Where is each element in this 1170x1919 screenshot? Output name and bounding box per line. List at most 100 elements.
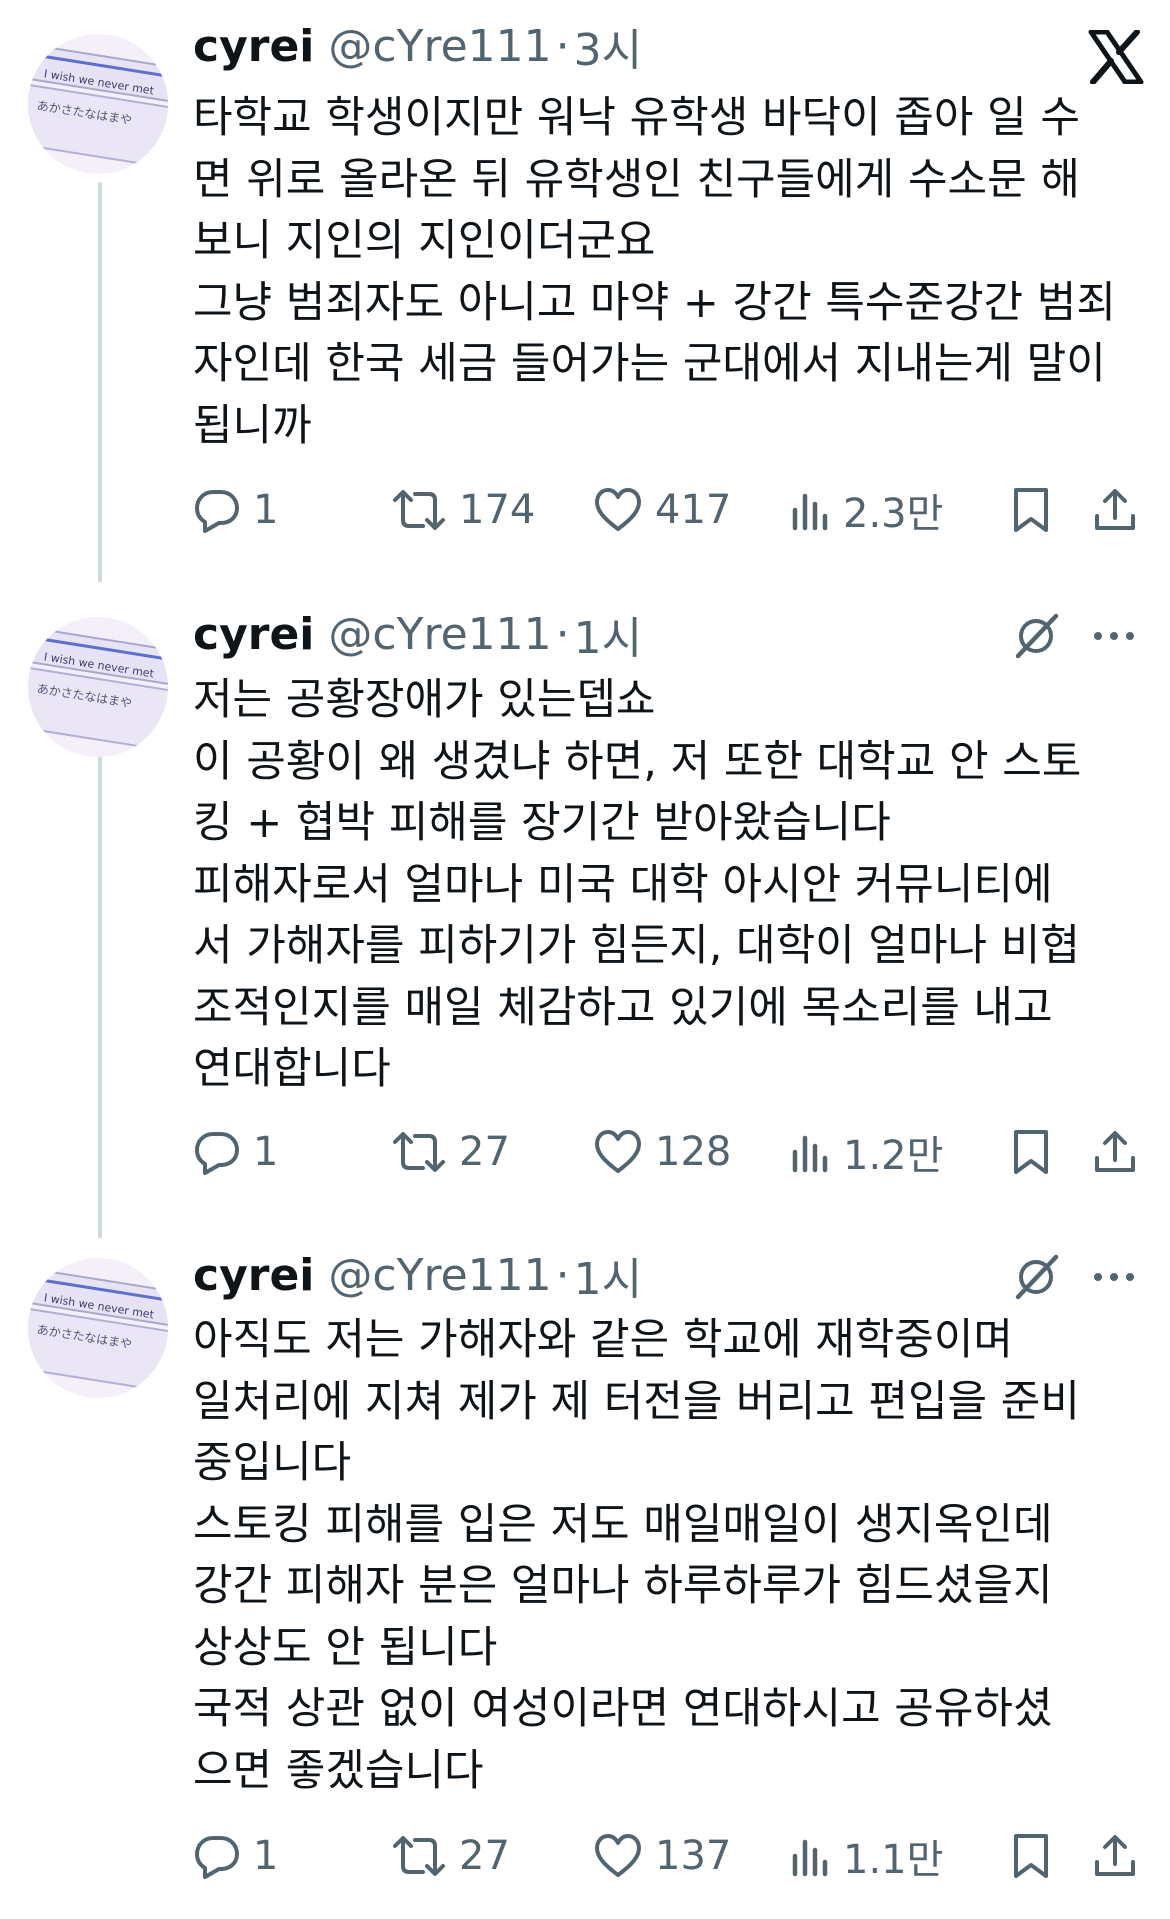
views-button[interactable]: 1.2만 bbox=[791, 1122, 943, 1182]
more-icon[interactable] bbox=[1092, 1269, 1136, 1283]
text-line: 스토킹 피해를 입은 저도 매일매일이 생지옥인데 bbox=[193, 1499, 1053, 1550]
retweet-icon bbox=[393, 490, 445, 530]
text-line: 상상도 안 됩니다 bbox=[193, 1622, 498, 1673]
share-icon bbox=[1095, 489, 1135, 530]
text-line: 됩니까 bbox=[193, 400, 312, 451]
retweet-button[interactable]: 27 bbox=[391, 1122, 510, 1182]
separator: · bbox=[555, 20, 570, 72]
text-line: 국적 상관 없이 여성이라면 연대하시고 공유하셨 bbox=[193, 1684, 1053, 1734]
share-icon bbox=[1095, 1131, 1135, 1172]
reply-button[interactable]: 1 bbox=[193, 480, 278, 540]
reply-icon bbox=[195, 1132, 239, 1175]
views-button[interactable]: 1.1만 bbox=[791, 1826, 943, 1886]
display-name[interactable]: cyrei bbox=[193, 609, 314, 660]
tweet-text: 아직도 저는 가해자와 같은 학교에 재학중이며 일처리에 지쳐 제가 제 터전… bbox=[193, 1310, 1148, 1802]
share-button[interactable] bbox=[1093, 480, 1137, 540]
separator: · bbox=[555, 1249, 570, 1301]
timestamp[interactable]: 1시 bbox=[574, 1243, 642, 1307]
user-handle[interactable]: @cYre111 bbox=[328, 21, 551, 72]
like-button[interactable]: 137 bbox=[593, 1826, 731, 1886]
like-count: 137 bbox=[655, 1833, 732, 1879]
heart-icon bbox=[595, 488, 641, 531]
views-count: 1.2만 bbox=[843, 1133, 944, 1179]
user-handle[interactable]: @cYre111 bbox=[328, 1250, 551, 1301]
x-logo-icon[interactable] bbox=[1085, 29, 1145, 85]
grok-icon[interactable] bbox=[1012, 1253, 1060, 1301]
tweet-actions: 1 174 417 2.3만 bbox=[193, 480, 1153, 540]
display-name[interactable]: cyrei bbox=[193, 1250, 314, 1301]
text-line: 중입니다 bbox=[193, 1438, 352, 1488]
tweet-actions: 1 27 137 1.1만 bbox=[193, 1826, 1153, 1886]
display-name[interactable]: cyrei bbox=[193, 21, 314, 72]
text-line: 보니 지인의 지인이더군요 bbox=[193, 216, 656, 266]
timestamp[interactable]: 3시 bbox=[574, 14, 642, 78]
text-line: 서 가해자를 피하기가 힘든지, 대학이 얼마나 비협 bbox=[193, 921, 1080, 971]
tweet-actions: 1 27 128 1.2만 bbox=[193, 1122, 1153, 1182]
retweet-count: 27 bbox=[459, 1833, 510, 1879]
text-line: 연대합니다 bbox=[193, 1044, 391, 1094]
tweet-header: cyrei @cYre111 · 1시 bbox=[193, 606, 642, 665]
tweet-header: cyrei @cYre111 · 3시 bbox=[193, 18, 642, 77]
text-line: 이 공황이 왜 생겼냐 하면, 저 또한 대학교 안 스토 bbox=[193, 736, 1082, 787]
more-icon[interactable] bbox=[1092, 628, 1136, 642]
views-count: 1.1만 bbox=[843, 1837, 944, 1883]
retweet-button[interactable]: 27 bbox=[391, 1826, 510, 1886]
bookmark-icon bbox=[1014, 1130, 1048, 1174]
tweet-text: 타학교 학생이지만 워낙 유학생 바닥이 좁아 일 수 면 위로 올라온 뒤 유… bbox=[193, 88, 1148, 457]
heart-icon bbox=[595, 1130, 641, 1173]
retweet-icon bbox=[393, 1836, 445, 1876]
text-line: 그냥 범죄자도 아니고 마약 + 강간 특수준강간 범죄 bbox=[193, 277, 1116, 328]
reply-button[interactable]: 1 bbox=[193, 1826, 278, 1886]
separator: · bbox=[555, 608, 570, 660]
avatar[interactable]: I wish we never met あかさたなはまや bbox=[28, 1258, 168, 1398]
text-line: 타학교 학생이지만 워낙 유학생 바닥이 좁아 일 수 bbox=[193, 93, 1080, 143]
bookmark-button[interactable] bbox=[1011, 480, 1051, 540]
heart-icon bbox=[595, 1834, 641, 1877]
text-line: 킹 + 협박 피해를 장기간 받아왔습니다 bbox=[193, 798, 891, 848]
reply-count: 1 bbox=[253, 1129, 279, 1175]
like-button[interactable]: 417 bbox=[593, 480, 731, 540]
tweet-header: cyrei @cYre111 · 1시 bbox=[193, 1247, 642, 1306]
text-line: 자인데 한국 세금 들어가는 군대에서 지내는게 말이 bbox=[193, 339, 1106, 389]
reply-icon bbox=[195, 490, 239, 533]
text-line: 아직도 저는 가해자와 같은 학교에 재학중이며 bbox=[193, 1315, 1013, 1365]
text-line: 일처리에 지쳐 제가 제 터전을 버리고 편입을 준비 bbox=[193, 1376, 1080, 1427]
reply-count: 1 bbox=[253, 1833, 279, 1879]
thread-line bbox=[98, 182, 102, 582]
bookmark-icon bbox=[1014, 1834, 1048, 1878]
views-button[interactable]: 2.3만 bbox=[791, 480, 943, 540]
avatar[interactable]: I wish we never met あかさたなはまや bbox=[28, 617, 168, 757]
bookmark-button[interactable] bbox=[1011, 1122, 1051, 1182]
views-icon bbox=[792, 1135, 828, 1173]
user-handle[interactable]: @cYre111 bbox=[328, 609, 551, 660]
like-count: 417 bbox=[655, 487, 732, 533]
text-line: 피해자로서 얼마나 미국 대학 아시안 커뮤니티에 bbox=[193, 859, 1053, 910]
text-line: 으면 좋겠습니다 bbox=[193, 1745, 484, 1796]
views-icon bbox=[792, 493, 828, 531]
bookmark-button[interactable] bbox=[1011, 1826, 1051, 1886]
text-line: 면 위로 올라온 뒤 유학생인 친구들에게 수소문 해 bbox=[193, 154, 1080, 205]
grok-icon[interactable] bbox=[1012, 612, 1060, 660]
like-button[interactable]: 128 bbox=[593, 1122, 731, 1182]
text-line: 조적인지를 매일 체감하고 있기에 목소리를 내고 bbox=[193, 982, 1053, 1033]
tweet-text: 저는 공황장애가 있는뎁쇼 이 공황이 왜 생겼냐 하면, 저 또한 대학교 안… bbox=[193, 670, 1148, 1101]
retweet-count: 174 bbox=[459, 487, 536, 533]
text-line: 강간 피해자 분은 얼마나 하루하루가 힘드셨을지 bbox=[193, 1561, 1053, 1611]
share-icon bbox=[1095, 1835, 1135, 1876]
text-line: 저는 공황장애가 있는뎁쇼 bbox=[193, 675, 656, 725]
thread-line bbox=[98, 706, 102, 1238]
retweet-button[interactable]: 174 bbox=[391, 480, 535, 540]
reply-button[interactable]: 1 bbox=[193, 1122, 278, 1182]
avatar[interactable]: I wish we never met あかさたなはまや bbox=[28, 34, 168, 174]
views-icon bbox=[792, 1839, 828, 1877]
timestamp[interactable]: 1시 bbox=[574, 602, 642, 666]
retweet-count: 27 bbox=[459, 1129, 510, 1175]
share-button[interactable] bbox=[1093, 1122, 1137, 1182]
share-button[interactable] bbox=[1093, 1826, 1137, 1886]
retweet-icon bbox=[393, 1132, 445, 1172]
like-count: 128 bbox=[655, 1129, 732, 1175]
reply-count: 1 bbox=[253, 487, 279, 533]
reply-icon bbox=[195, 1836, 239, 1879]
bookmark-icon bbox=[1014, 488, 1048, 532]
views-count: 2.3만 bbox=[843, 491, 944, 537]
